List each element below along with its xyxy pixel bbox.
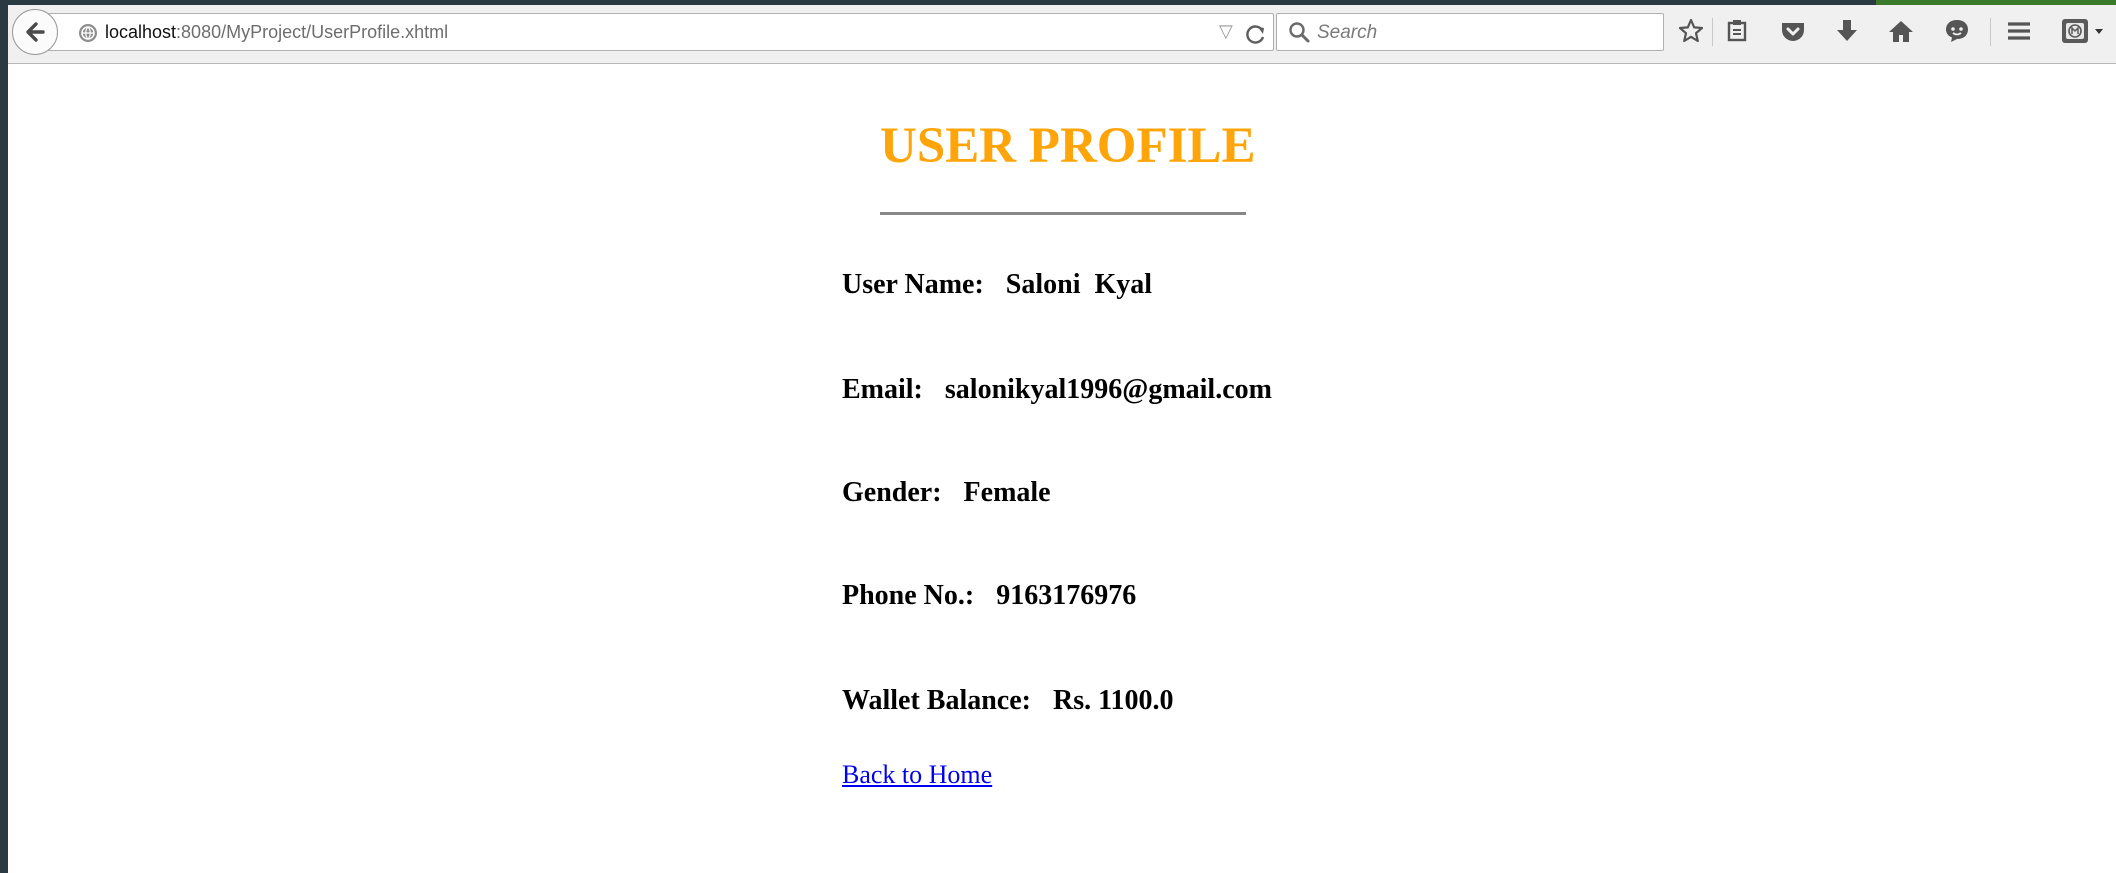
profile-field-gender: Gender: Female [842, 477, 1051, 509]
page-content: USER PROFILE User Name: Saloni Kyal Email… [8, 65, 2116, 873]
site-info-icon[interactable] [79, 24, 97, 42]
field-value: Rs. 1100.0 [1052, 685, 1174, 716]
browser-toolbar: localhost:8080/MyProject/UserProfile.xht… [8, 0, 2116, 64]
chat-icon[interactable] [1940, 14, 1974, 48]
extension-icon[interactable] [2058, 14, 2110, 48]
url-bar[interactable]: localhost:8080/MyProject/UserProfile.xht… [38, 13, 1274, 51]
title-divider [880, 212, 1246, 215]
download-icon[interactable] [1830, 14, 1864, 48]
field-value: Female [963, 477, 1051, 508]
search-placeholder: Search [1317, 22, 1378, 43]
profile-field-username: User Name: Saloni Kyal [842, 269, 1152, 301]
url-host: localhost [105, 22, 177, 42]
browser-window: localhost:8080/MyProject/UserProfile.xht… [0, 0, 2116, 873]
url-dropdown-icon[interactable]: ▽ [1219, 21, 1233, 42]
page-title: USER PROFILE [880, 118, 1256, 174]
back-icon [26, 22, 45, 42]
window-top-edge [8, 0, 2116, 5]
toolbar-separator [1712, 18, 1713, 46]
field-value: salonikyal1996@gmail.com [944, 374, 1272, 405]
field-label: Phone No.: [842, 580, 975, 611]
search-icon [1289, 22, 1310, 43]
window-accent-strip [1876, 0, 2116, 5]
url-text[interactable]: localhost:8080/MyProject/UserProfile.xht… [105, 22, 448, 43]
profile-field-phone: Phone No.: 9163176976 [842, 580, 1136, 612]
menu-icon[interactable] [2002, 14, 2036, 48]
back-to-home-link[interactable]: Back to Home [842, 760, 992, 790]
reload-icon[interactable] [1245, 18, 1267, 53]
field-value: Saloni Kyal [1005, 269, 1153, 300]
profile-field-email: Email: salonikyal1996@gmail.com [842, 374, 1272, 406]
reading-list-icon[interactable] [1720, 14, 1754, 48]
field-label: Gender: [842, 477, 942, 508]
bookmark-star-icon[interactable] [1674, 14, 1708, 48]
pocket-icon[interactable] [1776, 14, 1810, 48]
window-left-edge [0, 0, 8, 873]
back-button[interactable] [12, 9, 58, 55]
field-label: User Name: [842, 269, 984, 300]
field-label: Email: [842, 374, 923, 405]
field-label: Wallet Balance: [842, 685, 1031, 716]
url-path: :8080/MyProject/UserProfile.xhtml [176, 22, 449, 42]
toolbar-separator [1990, 18, 1991, 46]
home-icon[interactable] [1884, 14, 1918, 48]
profile-field-wallet: Wallet Balance: Rs. 1100.0 [842, 685, 1174, 717]
field-value: 9163176976 [996, 580, 1137, 611]
search-bar[interactable]: Search [1276, 13, 1664, 51]
